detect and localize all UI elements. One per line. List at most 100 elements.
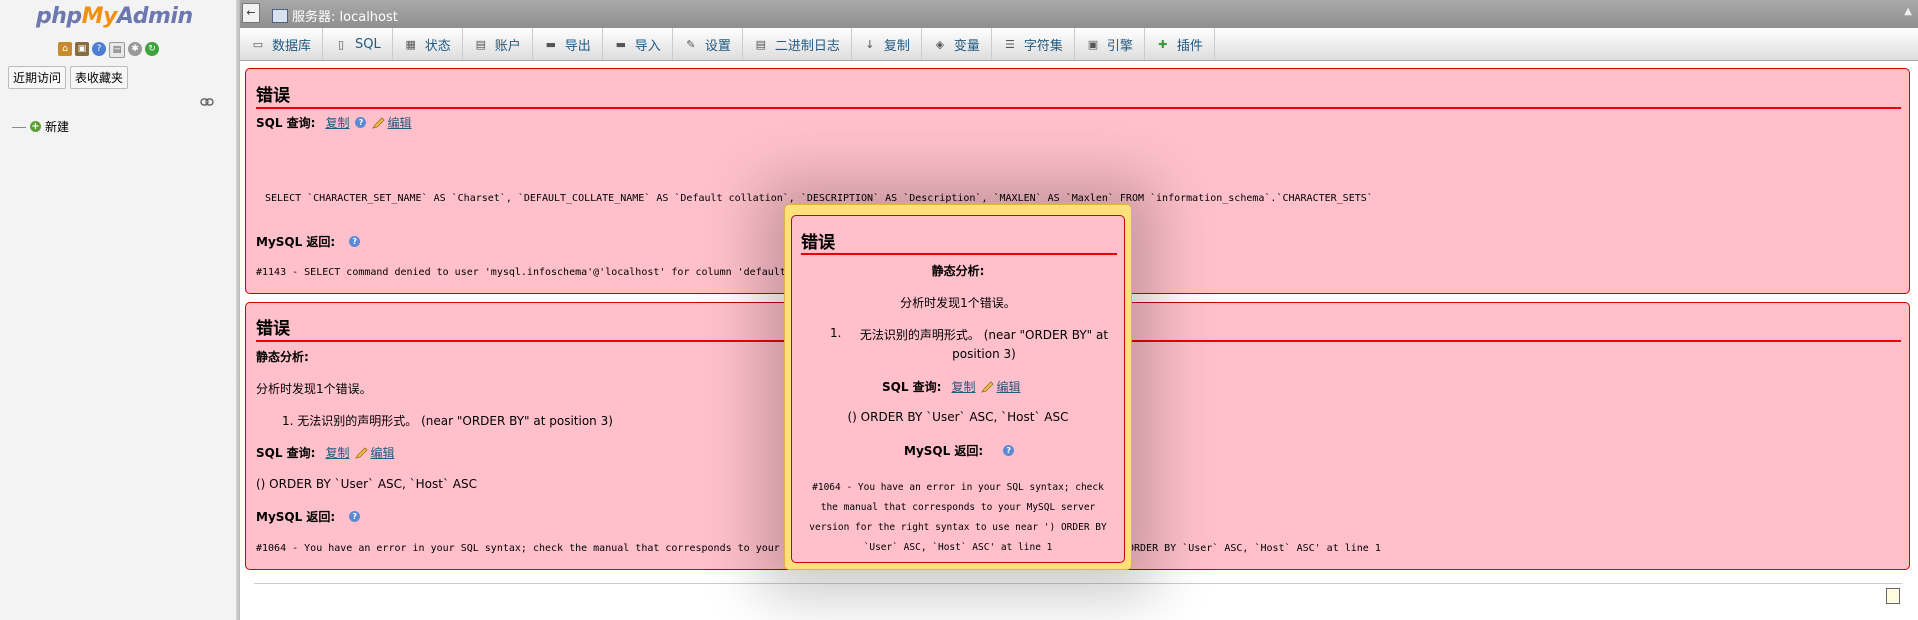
menu-item-accounts[interactable]: ▤ 账户	[463, 28, 533, 60]
popup-error-box: 错误 静态分析: 分析时发现1个错误。 1. 无法识别的声明形式。 (near …	[791, 215, 1125, 563]
menu-item-plugin[interactable]: ✚ 插件	[1145, 28, 1215, 60]
menu-item-settings[interactable]: ✎ 设置	[673, 28, 743, 60]
menu-label: SQL	[355, 36, 381, 52]
analysis-found-text: 分析时发现1个错误。	[256, 382, 372, 396]
popup-error-title: 错误	[801, 228, 1117, 255]
status-icon: ▦	[405, 37, 416, 51]
static-analysis-label: 静态分析:	[256, 350, 309, 364]
copy-link[interactable]: 复制	[325, 444, 349, 461]
error-popup[interactable]: 错误 静态分析: 分析时发现1个错误。 1. 无法识别的声明形式。 (near …	[784, 204, 1132, 570]
home-icon[interactable]: ⌂	[58, 42, 72, 56]
binlog-icon: ▤	[755, 37, 767, 51]
popup-error-message-line: the manual that corresponds to your MySQ…	[820, 502, 1096, 513]
menu-item-sql[interactable]: ▯ SQL	[323, 28, 393, 60]
server-title[interactable]: 服务器: localhost	[292, 6, 398, 25]
console-icon[interactable]	[1886, 588, 1900, 604]
sql-query-text: () ORDER BY `User` ASC, `Host` ASC	[256, 477, 477, 491]
menu-item-variables[interactable]: ◈ 变量	[922, 28, 992, 60]
plugin-icon: ✚	[1158, 37, 1168, 51]
help-icon[interactable]: ?	[355, 117, 367, 128]
menu-label: 变量	[953, 38, 980, 54]
sql-query-text: SELECT `CHARACTER_SET_NAME` AS `Charset`…	[265, 193, 1373, 204]
docs-icon[interactable]: ▤	[109, 42, 125, 58]
error-message-left: #1064 - You have an error in your SQL sy…	[256, 543, 780, 554]
pencil-icon[interactable]	[981, 380, 995, 393]
popup-error-message: #1064 - You have an error in your SQL sy…	[792, 478, 1124, 558]
recent-tab[interactable]: 近期访问	[8, 66, 67, 89]
menu-label: 导入	[634, 38, 661, 54]
pencil-icon[interactable]	[355, 446, 369, 459]
menu-label: 复制	[883, 38, 910, 54]
menu-label: 字符集	[1023, 38, 1063, 54]
export-icon: ▬	[545, 37, 556, 51]
menu-label: 二进制日志	[774, 38, 840, 54]
help-icon[interactable]: ?	[349, 511, 361, 522]
menu-item-charset[interactable]: ☰ 字符集	[992, 28, 1075, 60]
sql-icon: ▯	[337, 37, 345, 51]
engine-icon: ▣	[1087, 37, 1099, 51]
menu-label: 引擎	[1106, 38, 1133, 54]
error-message: #1143 - SELECT command denied to user 'm…	[256, 267, 786, 278]
gear-icon[interactable]: ✱	[128, 42, 142, 56]
error-message-right: ORDER BY `User` ASC, `Host` ASC' at line…	[1128, 543, 1381, 554]
menu-item-export[interactable]: ▬ 导出	[533, 28, 603, 60]
server-breadcrumb-bar: ← 服务器: localhost ▲	[240, 0, 1918, 28]
popup-copy-link[interactable]: 复制	[951, 378, 975, 395]
quick-icons: ⌂ ▣ ? ▤ ✱ ↻	[58, 42, 159, 58]
pencil-icon[interactable]	[372, 116, 386, 129]
accounts-icon: ▤	[475, 37, 486, 51]
link-icon[interactable]	[200, 97, 214, 107]
popup-static-analysis-label: 静态分析:	[931, 264, 985, 278]
tree-new-item[interactable]: + 新建	[12, 118, 69, 135]
replication-icon: ↓	[865, 37, 875, 51]
mysql-returned-label: MySQL 返回:	[256, 235, 336, 249]
popup-item-number: 1.	[830, 326, 842, 340]
help-icon[interactable]: ?	[92, 42, 106, 56]
reload-icon[interactable]: ↻	[145, 42, 159, 56]
popup-error-message-line: version for the right syntax to use near…	[809, 522, 1107, 533]
collapse-icon[interactable]: ▲	[1904, 6, 1912, 17]
menu-item-status[interactable]: ▦ 状态	[393, 28, 463, 60]
new-label: 新建	[45, 120, 70, 134]
copy-link[interactable]: 复制	[325, 114, 349, 131]
charset-icon: ☰	[1004, 37, 1015, 51]
menu-label: 状态	[424, 38, 451, 54]
analysis-item: 1. 无法识别的声明形式。 (near "ORDER BY" at positi…	[282, 414, 613, 428]
favorites-tab[interactable]: 表收藏夹	[70, 66, 129, 89]
phpmyadmin-logo[interactable]: phpMyAdmin	[36, 4, 193, 29]
edit-link[interactable]: 编辑	[370, 444, 394, 461]
back-arrow-icon[interactable]: ←	[242, 3, 260, 23]
popup-error-message-line: #1064 - You have an error in your SQL sy…	[812, 482, 1104, 493]
popup-sql-query-label: SQL 查询:	[882, 380, 942, 394]
menu-label: 插件	[1176, 38, 1203, 54]
variables-icon: ◈	[935, 37, 945, 51]
popup-sql-query-text: () ORDER BY `User` ASC, `Host` ASC	[847, 410, 1069, 424]
popup-mysql-returned-label: MySQL 返回:	[904, 444, 984, 458]
help-icon[interactable]: ?	[349, 236, 361, 247]
menu-item-binlog[interactable]: ▤ 二进制日志	[743, 28, 852, 60]
tree-connector	[12, 126, 26, 128]
popup-item-text-2: position 3)	[952, 347, 1016, 361]
popup-edit-link[interactable]: 编辑	[996, 378, 1020, 395]
import-icon: ▬	[615, 37, 626, 51]
new-database-icon: +	[30, 121, 41, 132]
main-menu: ▭ 数据库 ▯ SQL ▦ 状态 ▤ 账户 ▬ 导出 ▬ 导入 ✎ 设置 ▤ 二进制日志 ↓ 复制 ◈ 变量 ☰ 字符集 ▣…	[240, 28, 1918, 61]
database-icon: ▭	[252, 37, 264, 51]
popup-analysis-found: 分析时发现1个错误。	[900, 296, 1016, 310]
menu-item-replication[interactable]: ↓ 复制	[852, 28, 922, 60]
menu-item-engine[interactable]: ▣ 引擎	[1075, 28, 1145, 60]
popup-analysis-item: 无法识别的声明形式。 (near "ORDER BY" at position …	[848, 326, 1120, 364]
panel-resizer[interactable]	[236, 0, 240, 620]
content-divider	[254, 583, 1902, 584]
sql-query-label: SQL 查询:	[256, 446, 316, 460]
menu-item-database[interactable]: ▭ 数据库	[240, 28, 324, 60]
menu-label: 导出	[564, 38, 591, 54]
sql-query-label: SQL 查询:	[256, 116, 316, 130]
edit-link[interactable]: 编辑	[387, 114, 411, 131]
mysql-returned-label: MySQL 返回:	[256, 510, 336, 524]
help-icon[interactable]: ?	[1003, 445, 1015, 456]
menu-item-import[interactable]: ▬ 导入	[603, 28, 673, 60]
server-icon	[272, 8, 288, 23]
logout-icon[interactable]: ▣	[75, 42, 89, 56]
navigation-panel: phpMyAdmin ⌂ ▣ ? ▤ ✱ ↻ 近期访问 表收藏夹 + 新建	[0, 0, 237, 620]
